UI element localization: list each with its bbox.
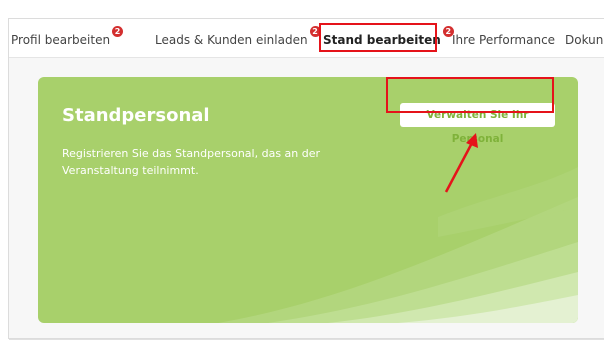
card-description: Registrieren Sie das Standpersonal, das … [62,147,321,177]
tab-label: Ihre Performance [452,33,556,47]
button-highlight-box [386,77,554,113]
tab-label: Dokun [565,33,604,47]
active-tab-highlight-box [319,23,437,52]
bottom-divider [9,339,604,340]
tab-label: Profil bearbeiten [11,33,111,47]
tab-label: Leads & Kunden einladen [155,33,308,47]
card-title: Standpersonal [62,105,210,126]
tab-profil-bearbeiten[interactable]: Profil bearbeiten2 [11,26,124,49]
standpersonal-card: Standpersonal Registrieren Sie das Stand… [38,77,578,323]
notification-badge: 2 [112,26,124,37]
page-frame: Profil bearbeiten2 Leads & Kunden einlad… [8,18,604,340]
tab-dokumente[interactable]: Dokun [565,31,603,49]
tab-leads-kunden-einladen[interactable]: Leads & Kunden einladen2 [155,26,321,49]
tab-bar: Profil bearbeiten2 Leads & Kunden einlad… [9,19,604,58]
tab-ihre-performance[interactable]: Ihre Performance [452,31,555,49]
